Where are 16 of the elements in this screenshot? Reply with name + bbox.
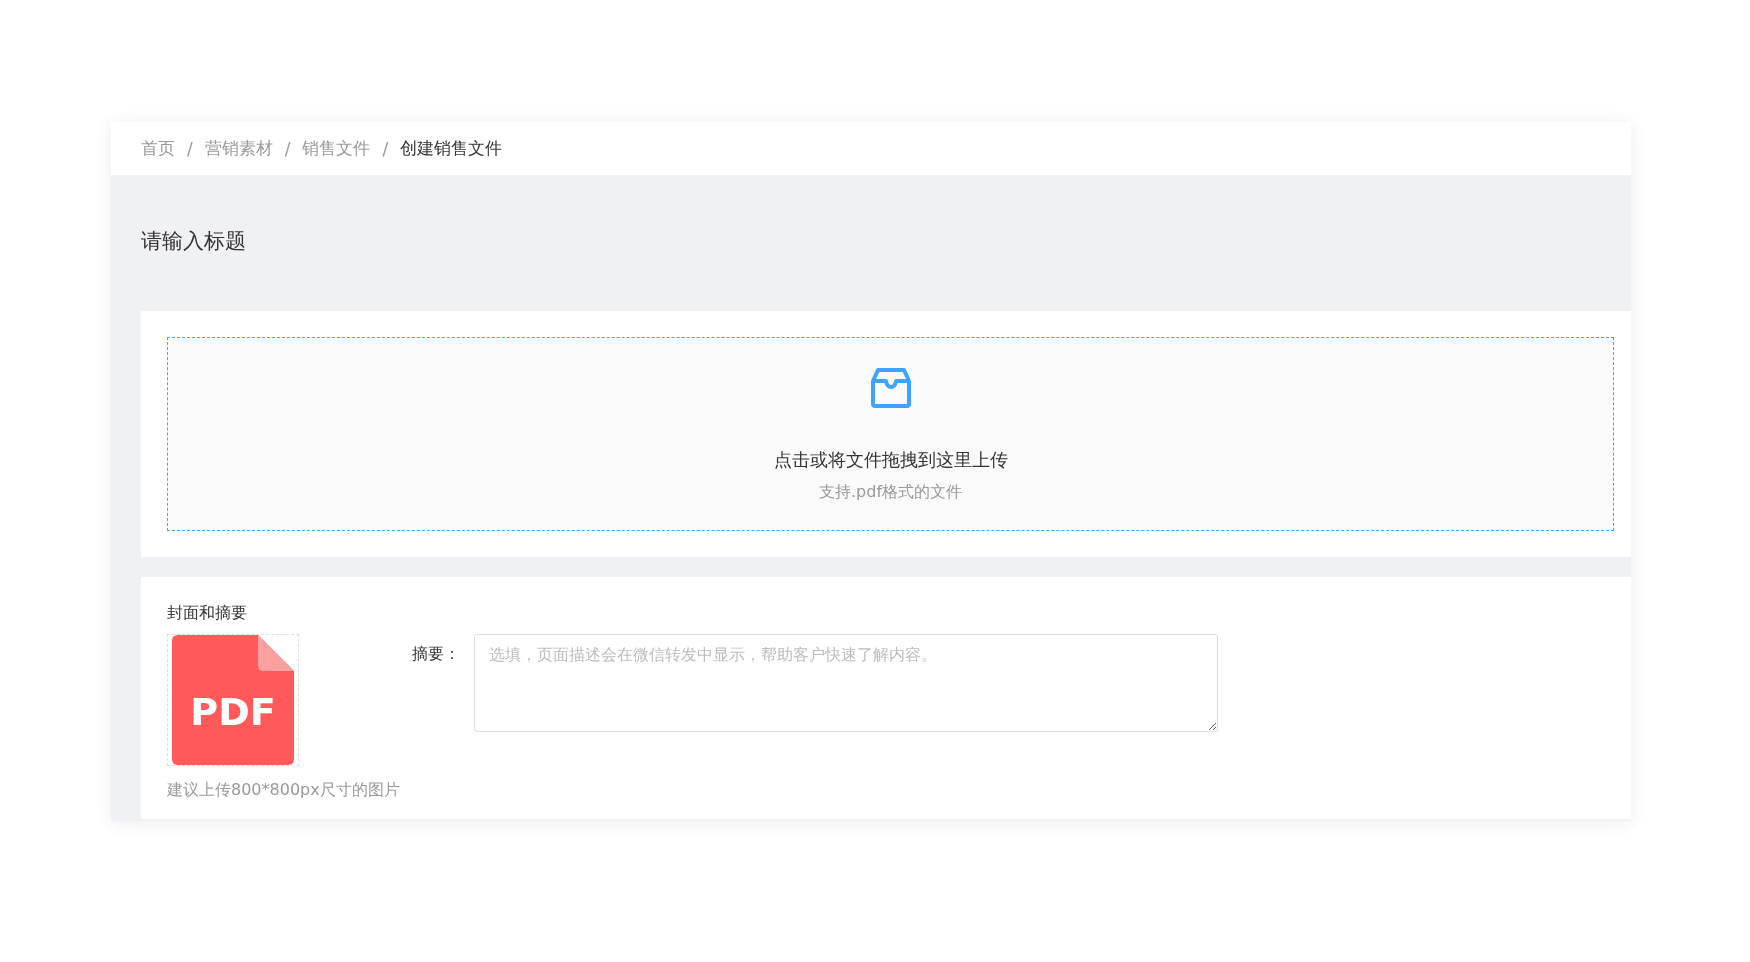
breadcrumb-link[interactable]: 销售文件 bbox=[302, 137, 371, 160]
breadcrumb-link[interactable]: 营销素材 bbox=[204, 137, 273, 160]
upload-dropzone[interactable]: 点击或将文件拖拽到这里上传 支持.pdf格式的文件 bbox=[167, 337, 1614, 531]
section-heading: 封面和摘要 bbox=[167, 603, 248, 624]
upload-hint: 支持.pdf格式的文件 bbox=[819, 482, 962, 503]
upload-instruction: 点击或将文件拖拽到这里上传 bbox=[773, 448, 1008, 472]
breadcrumb-link[interactable]: 创建销售文件 bbox=[400, 137, 503, 160]
summary-textarea[interactable]: 选填，页面描述会在微信转发中显示，帮助客户快速了解内容。 bbox=[474, 634, 1218, 732]
cover-size-hint: 建议上传800*800px尺寸的图片 bbox=[167, 780, 401, 801]
breadcrumb-separator: / bbox=[382, 138, 389, 159]
breadcrumb-separator: / bbox=[284, 138, 291, 159]
summary-label: 摘要： bbox=[412, 644, 461, 665]
inbox-icon bbox=[868, 366, 913, 410]
page-title[interactable]: 请输入标题 bbox=[111, 175, 1631, 259]
breadcrumb-separator: / bbox=[187, 138, 193, 159]
breadcrumb-link[interactable]: 首页 bbox=[141, 137, 175, 160]
